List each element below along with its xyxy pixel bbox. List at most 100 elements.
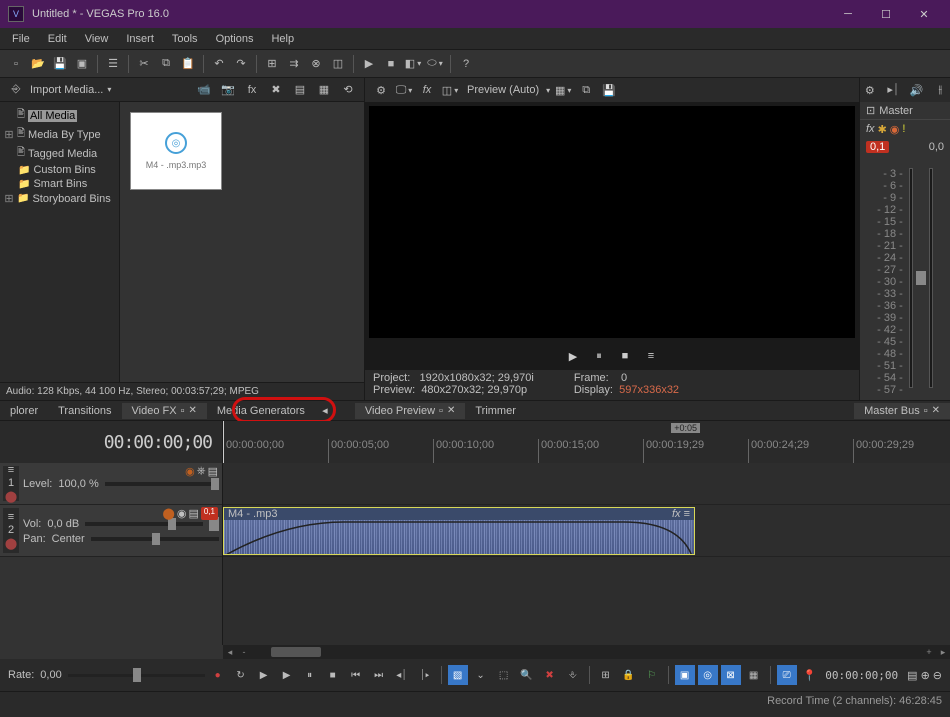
clip-fx-icon[interactable]: fx [672,508,681,520]
tree-smart-bins[interactable]: 📁Smart Bins [2,177,117,191]
tool-b[interactable]: ◎ [698,665,718,685]
properties-button[interactable]: ☰ [103,54,123,74]
master-clip-left[interactable]: 0,1 [866,141,889,153]
tab-undock-icon[interactable]: ▫ [181,405,185,417]
stop-button[interactable]: ■ [381,54,401,74]
track2-fx-icon[interactable]: ▤ [188,507,198,520]
preview-stop-button[interactable]: ■ [614,345,636,367]
record-button[interactable]: ● [208,665,228,685]
track1-fx-icon[interactable]: ▤ [208,465,218,478]
track2-vol-slider[interactable] [85,522,203,526]
tool-a[interactable]: ▣ [675,665,695,685]
pause-button[interactable]: ⏸ [300,665,320,685]
preview-settings-button[interactable]: ⚙ [371,80,391,100]
tab-video-preview[interactable]: Video Preview ▫ ✕ [355,403,465,419]
copy-button[interactable]: ⧉ [156,54,176,74]
open-button[interactable]: 📂 [28,54,48,74]
loop-button[interactable]: ↻ [231,665,251,685]
master-fader-thumb[interactable] [916,271,926,285]
paste-button[interactable]: 📋 [178,54,198,74]
snap-toggle[interactable]: ⊞ [596,665,616,685]
track1-bypass-icon[interactable]: ◉ [185,465,195,478]
zoom-out-height[interactable]: ⊖ [933,669,942,682]
lane-2[interactable]: 12-24-36-48- M4 - .mp3fx ≡ [223,505,950,557]
timeline-scrollbar[interactable]: ◂-+▸ [223,645,950,659]
track1-level-slider[interactable] [105,482,219,486]
lane-1[interactable] [223,463,950,505]
new-button[interactable]: ▫ [6,54,26,74]
menu-view[interactable]: View [77,31,117,47]
cursor-timecode[interactable]: 00:00:00;00 [819,669,904,682]
save-button[interactable]: 💾 [50,54,70,74]
master-dim-button[interactable]: 🔊 [907,80,927,100]
shuffle-tool[interactable]: ✖ [540,665,560,685]
menu-options[interactable]: Options [208,31,262,47]
track-header-2[interactable]: ≡2⬤ Vol:0,0 dB Pan:Center ⬤◉▤0,1 [0,505,222,557]
views-button[interactable]: ▦ [314,80,334,100]
timeline-ruler[interactable]: +0:05 00:00:00;0000:00:05;0000:00:10;000… [223,421,950,463]
selection-tool[interactable]: ⬚ [494,665,514,685]
timeline-marker[interactable]: +0:05 [671,423,700,433]
get-photo-button[interactable]: 📷 [218,80,238,100]
render-button[interactable]: ▣ [72,54,92,74]
go-start-button[interactable]: ⏮ [346,665,366,685]
maximize-button[interactable]: ☐ [868,2,904,26]
tab-video-fx[interactable]: Video FX ▫ ✕ [122,403,207,419]
autocrossfade-button[interactable]: ⊗ [306,54,326,74]
timeline-timecode[interactable]: 00:00:00;00 [104,432,212,453]
tab-explorer[interactable]: plorer [0,403,48,419]
tree-media-by-type[interactable]: ⊞🖹Media By Type [2,125,117,144]
tab-transitions[interactable]: Transitions [48,403,121,419]
undo-button[interactable]: ↶ [209,54,229,74]
zoom-tool[interactable]: 🔍 [517,665,537,685]
marker-button[interactable]: ⚐ [642,665,662,685]
split-tool[interactable]: ⎀ [563,665,583,685]
tree-storyboard-bins[interactable]: ⊞📁Storyboard Bins [2,191,117,206]
master-plugin1-icon[interactable]: ✱ [878,123,887,136]
tab-media-generators[interactable]: Media Generators [207,403,315,419]
help-button[interactable]: ? [456,54,476,74]
rate-slider[interactable] [68,674,205,677]
audio-clip[interactable]: M4 - .mp3fx ≡ [223,507,695,555]
import-media-label[interactable]: Import Media... [30,84,103,96]
go-end-button[interactable]: ⏭ [369,665,389,685]
tab-master-bus[interactable]: Master Bus ▫ ✕ [854,403,950,419]
track-header-1[interactable]: ≡1⬤ Level:100,0 % ◉⎈▤ [0,463,222,505]
tool-dropdown[interactable]: ⬭ [425,54,445,74]
tool-c[interactable]: ⊠ [721,665,741,685]
master-settings-button[interactable]: ⚙ [860,80,880,100]
menu-help[interactable]: Help [263,31,302,47]
copy-snapshot-button[interactable]: ⧉ [576,80,596,100]
refresh-button[interactable]: ⟲ [338,80,358,100]
quantize-button[interactable]: ◫ [328,54,348,74]
play-button[interactable]: ▶ [359,54,379,74]
preview-menu-button[interactable]: ≡ [640,345,662,367]
tree-all-media[interactable]: 🖹All Media [2,106,117,125]
minimize-button[interactable]: ─ [830,2,866,26]
tree-tagged-media[interactable]: 🖹Tagged Media [2,144,117,163]
menu-tools[interactable]: Tools [164,31,206,47]
menu-file[interactable]: File [4,31,38,47]
envelope-tool[interactable]: ⌄ [471,665,491,685]
timecode-menu-button[interactable]: ▤ [907,669,917,682]
preview-quality-dropdown[interactable]: Preview (Auto) [463,84,543,96]
tool-e[interactable]: ⎚ [777,665,797,685]
track2-automation-icon[interactable]: ◉ [177,507,187,520]
preview-play-button[interactable]: ▶ [562,345,584,367]
zoom-in-height[interactable]: ⊕ [921,669,930,682]
autoripple-button[interactable]: ⇉ [284,54,304,74]
tool-d[interactable]: ▦ [744,665,764,685]
play-button-2[interactable]: ▶ [277,665,297,685]
track1-automation-icon[interactable]: ⎈ [197,465,206,478]
preview-pause-button[interactable]: ⏸ [588,345,610,367]
close-button[interactable]: ✕ [906,2,942,26]
tab-trimmer[interactable]: Trimmer [465,403,526,419]
menu-insert[interactable]: Insert [118,31,162,47]
preview-device-button[interactable]: 🖵 [394,80,414,100]
properties-media-button[interactable]: ▤ [290,80,310,100]
tab-scroll-left[interactable]: ◂ [315,402,335,419]
playhead[interactable] [223,421,224,463]
import-media-button[interactable]: ⎆ [6,80,26,100]
preview-fx-button[interactable]: fx [417,80,437,100]
master-mute-icon[interactable]: ! [902,123,905,136]
